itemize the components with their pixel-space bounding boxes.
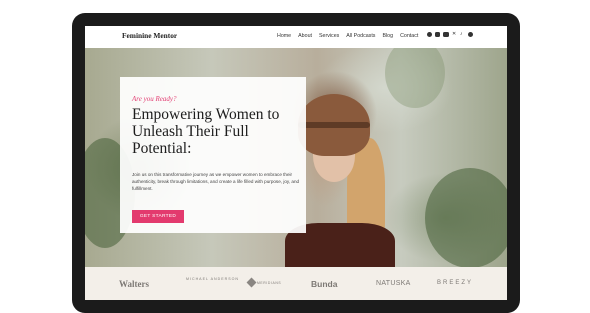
main-menu: Home About Services All Podcasts Blog Co… [277, 33, 418, 39]
partner-logo-strip: Walters MICHAEL ANDERSON MERIDIANS Bunda… [85, 267, 507, 300]
pinterest-icon[interactable] [468, 32, 473, 37]
hero-description: Join us on this transformative journey a… [132, 172, 300, 191]
facebook-icon[interactable] [427, 32, 432, 37]
tiktok-icon[interactable]: ♪ [460, 32, 465, 37]
logo-natuska: NATUSKA [376, 280, 411, 287]
logo-breezy: BREEZY [437, 280, 474, 286]
nav-home[interactable]: Home [277, 33, 291, 39]
logo-walters: Walters [119, 279, 149, 289]
foliage-right [425, 168, 507, 267]
x-icon[interactable]: ✕ [452, 32, 457, 37]
logo-meridians-label: MERIDIANS [257, 280, 282, 285]
get-started-button[interactable]: GET STARTED [132, 210, 184, 223]
nav-all-podcasts[interactable]: All Podcasts [346, 33, 375, 39]
nav-about[interactable]: About [298, 33, 312, 39]
hero-heading: Empowering Women to Unleash Their Full P… [132, 106, 280, 157]
hero-photo-hat-band [298, 122, 370, 128]
hero-card: Are you Ready? Empowering Women to Unlea… [120, 77, 306, 233]
hero-section: Are you Ready? Empowering Women to Unlea… [85, 48, 507, 267]
logo-bunda: Bunda [311, 279, 338, 289]
hero-eyebrow: Are you Ready? [132, 95, 177, 103]
social-links: ✕ ♪ [427, 32, 473, 37]
top-navigation: Feminine Mentor Home About Services All … [85, 26, 507, 48]
logo-michael-anderson: MICHAEL ANDERSON [186, 277, 240, 281]
nav-services[interactable]: Services [319, 33, 339, 39]
nav-contact[interactable]: Contact [400, 33, 418, 39]
nav-blog[interactable]: Blog [382, 33, 393, 39]
diamond-icon [246, 277, 257, 288]
instagram-icon[interactable] [435, 32, 440, 37]
logo-meridians: MERIDIANS [246, 277, 282, 288]
site-logo[interactable]: Feminine Mentor [122, 31, 177, 40]
youtube-icon[interactable] [443, 32, 449, 37]
browser-screen: Feminine Mentor Home About Services All … [85, 26, 507, 300]
foliage-top [385, 48, 445, 108]
